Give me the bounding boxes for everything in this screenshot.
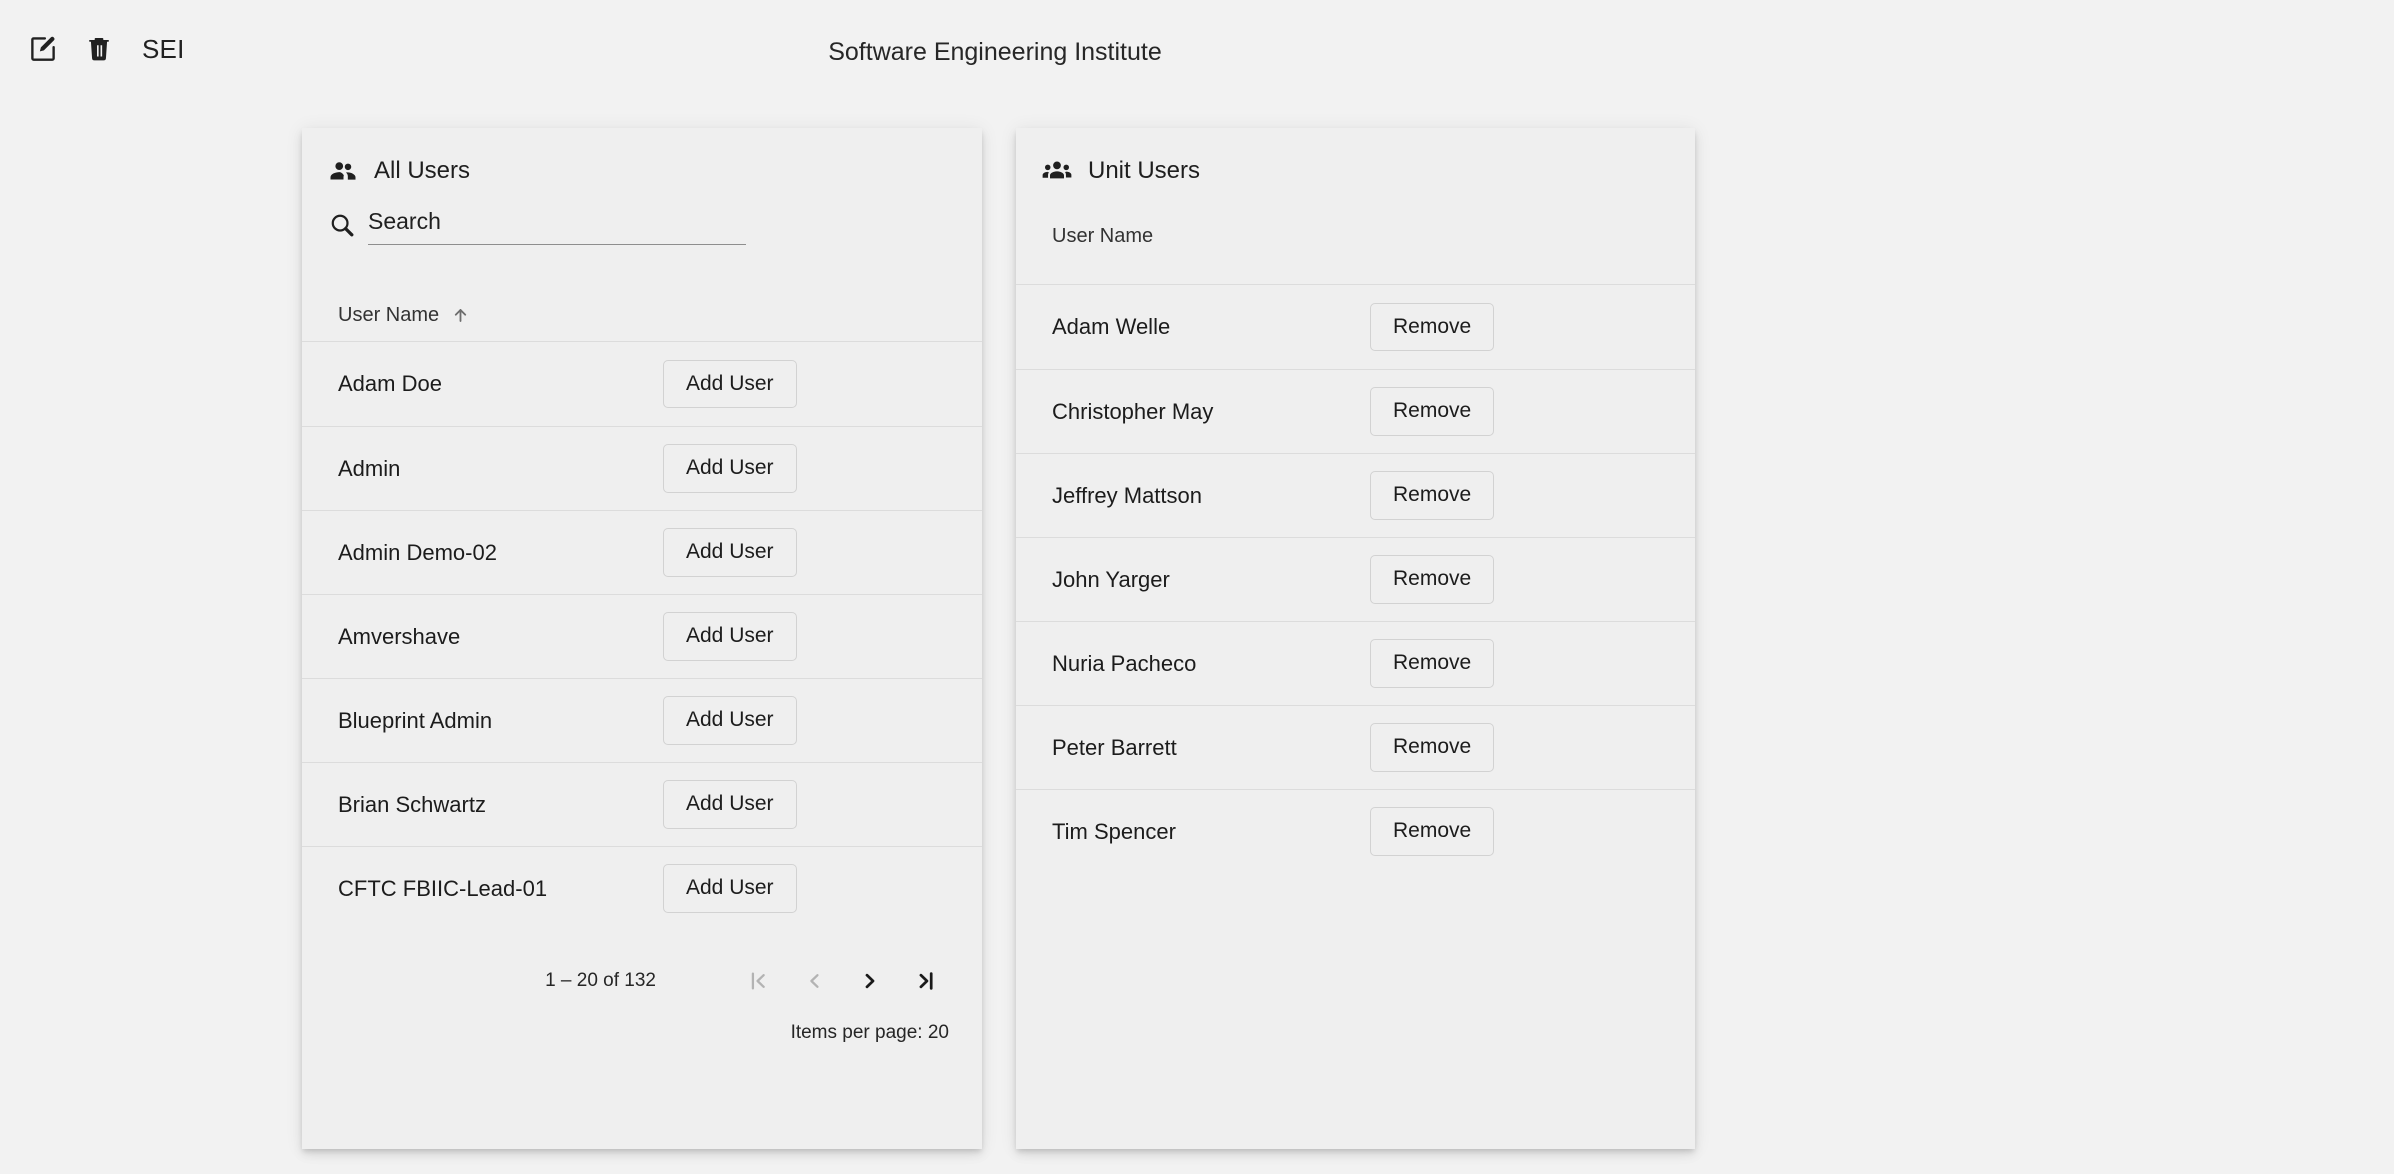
first-page-icon[interactable] bbox=[730, 956, 786, 1006]
table-row: Blueprint Admin Add User bbox=[302, 678, 982, 762]
unit-user-row-name: Jeffrey Mattson bbox=[1052, 482, 1202, 508]
unit-user-row-action-button[interactable]: Remove bbox=[1370, 807, 1495, 856]
unit-user-row-action-button[interactable]: Remove bbox=[1370, 302, 1495, 352]
table-row: Admin Add User bbox=[302, 426, 982, 510]
top-bar: SEI Software Engineering Institute bbox=[0, 0, 2394, 84]
unit-user-row-name: John Yarger bbox=[1052, 566, 1170, 592]
table-row: Adam Welle Remove bbox=[1016, 285, 1695, 369]
table-row: Tim Spencer Remove bbox=[1016, 789, 1695, 873]
search-icon bbox=[328, 211, 356, 245]
unit-user-row-name: Nuria Pacheco bbox=[1052, 650, 1197, 676]
user-row-name: Admin Demo-02 bbox=[338, 539, 497, 565]
unit-users-column-header: User Name bbox=[1016, 186, 1695, 284]
search-row bbox=[302, 186, 982, 245]
last-page-icon[interactable] bbox=[898, 956, 954, 1006]
table-row: Jeffrey Mattson Remove bbox=[1016, 453, 1695, 537]
user-row-action-button[interactable]: Add User bbox=[663, 864, 797, 913]
unit-user-row-action-button[interactable]: Remove bbox=[1370, 555, 1495, 604]
column-header-label: User Name bbox=[338, 303, 440, 326]
all-users-column-header[interactable]: User Name bbox=[302, 245, 982, 341]
user-row-name: Blueprint Admin bbox=[338, 707, 493, 733]
unit-user-row-action-button[interactable]: Remove bbox=[1370, 639, 1495, 688]
unit-user-row-name: Christopher May bbox=[1052, 398, 1214, 424]
table-row: Peter Barrett Remove bbox=[1016, 705, 1695, 789]
groups-icon bbox=[1042, 156, 1072, 186]
unit-users-header: Unit Users bbox=[1016, 128, 1695, 186]
unit-users-title: Unit Users bbox=[1088, 157, 1201, 184]
table-row: Nuria Pacheco Remove bbox=[1016, 621, 1695, 705]
table-row: John Yarger Remove bbox=[1016, 537, 1695, 621]
table-row: Admin Demo-02 Add User bbox=[302, 510, 982, 594]
unit-user-row-name: Tim Spencer bbox=[1052, 818, 1176, 844]
table-row: Amvershave Add User bbox=[302, 594, 982, 678]
items-per-page-label[interactable]: Items per page: 20 bbox=[791, 1022, 954, 1044]
page-title: Software Engineering Institute bbox=[828, 38, 1162, 66]
user-row-action-button[interactable]: Add User bbox=[663, 780, 797, 829]
all-users-title: All Users bbox=[374, 157, 471, 184]
all-users-panel: All Users User Name Adam DoeAdd UserAdmi… bbox=[302, 128, 982, 1149]
search-field bbox=[368, 208, 746, 245]
unit-user-row-action-button[interactable]: Remove bbox=[1370, 471, 1495, 520]
all-users-header: All Users bbox=[302, 128, 982, 186]
user-row-action-button[interactable]: Add User bbox=[663, 612, 797, 661]
unit-users-panel: Unit Users User Name Adam Welle Remove Chr… bbox=[1016, 128, 1695, 1149]
search-input[interactable] bbox=[368, 208, 746, 235]
paginator: 1 – 20 of 132 Items per page: 20 bbox=[302, 930, 982, 1044]
table-row: Brian Schwartz Add User bbox=[302, 762, 982, 846]
people-icon bbox=[328, 156, 358, 186]
user-row-name: Amvershave bbox=[338, 623, 461, 649]
user-row-action-button[interactable]: Add User bbox=[663, 359, 797, 409]
user-row-action-button[interactable]: Add User bbox=[663, 696, 797, 745]
chevron-left-icon[interactable] bbox=[786, 956, 842, 1006]
user-row-name: CFTC FBIIC-Lead-01 bbox=[338, 875, 548, 901]
unit-user-row-name: Adam Welle bbox=[1052, 314, 1171, 339]
column-header-label: User Name bbox=[1052, 224, 1154, 247]
user-row-action-button[interactable]: Add User bbox=[663, 444, 797, 493]
unit-user-row-action-button[interactable]: Remove bbox=[1370, 387, 1495, 436]
all-users-list: Adam Doe Add User Admin Add User Admin Demo-… bbox=[302, 342, 982, 930]
user-row-action-button[interactable]: Add User bbox=[663, 528, 797, 577]
unit-users-list: Adam Welle Remove Christopher May Remove Jef… bbox=[1016, 285, 1695, 873]
unit-user-row-name: Peter Barrett bbox=[1052, 734, 1177, 760]
table-row: Adam Doe Add User bbox=[302, 342, 982, 426]
arrow-upward-icon bbox=[451, 306, 470, 325]
user-row-name: Brian Schwartz bbox=[338, 791, 486, 817]
user-row-name: Admin bbox=[338, 455, 401, 481]
user-row-name: Adam Doe bbox=[338, 371, 442, 396]
table-row: Christopher May Remove bbox=[1016, 369, 1695, 453]
paginator-range-label: 1 – 20 of 132 bbox=[545, 970, 656, 991]
paginator-controls: 1 – 20 of 132 bbox=[545, 956, 954, 1006]
chevron-right-icon[interactable] bbox=[842, 956, 898, 1006]
unit-user-row-action-button[interactable]: Remove bbox=[1370, 723, 1495, 772]
table-row: CFTC FBIIC-Lead-01 Add User bbox=[302, 846, 982, 930]
